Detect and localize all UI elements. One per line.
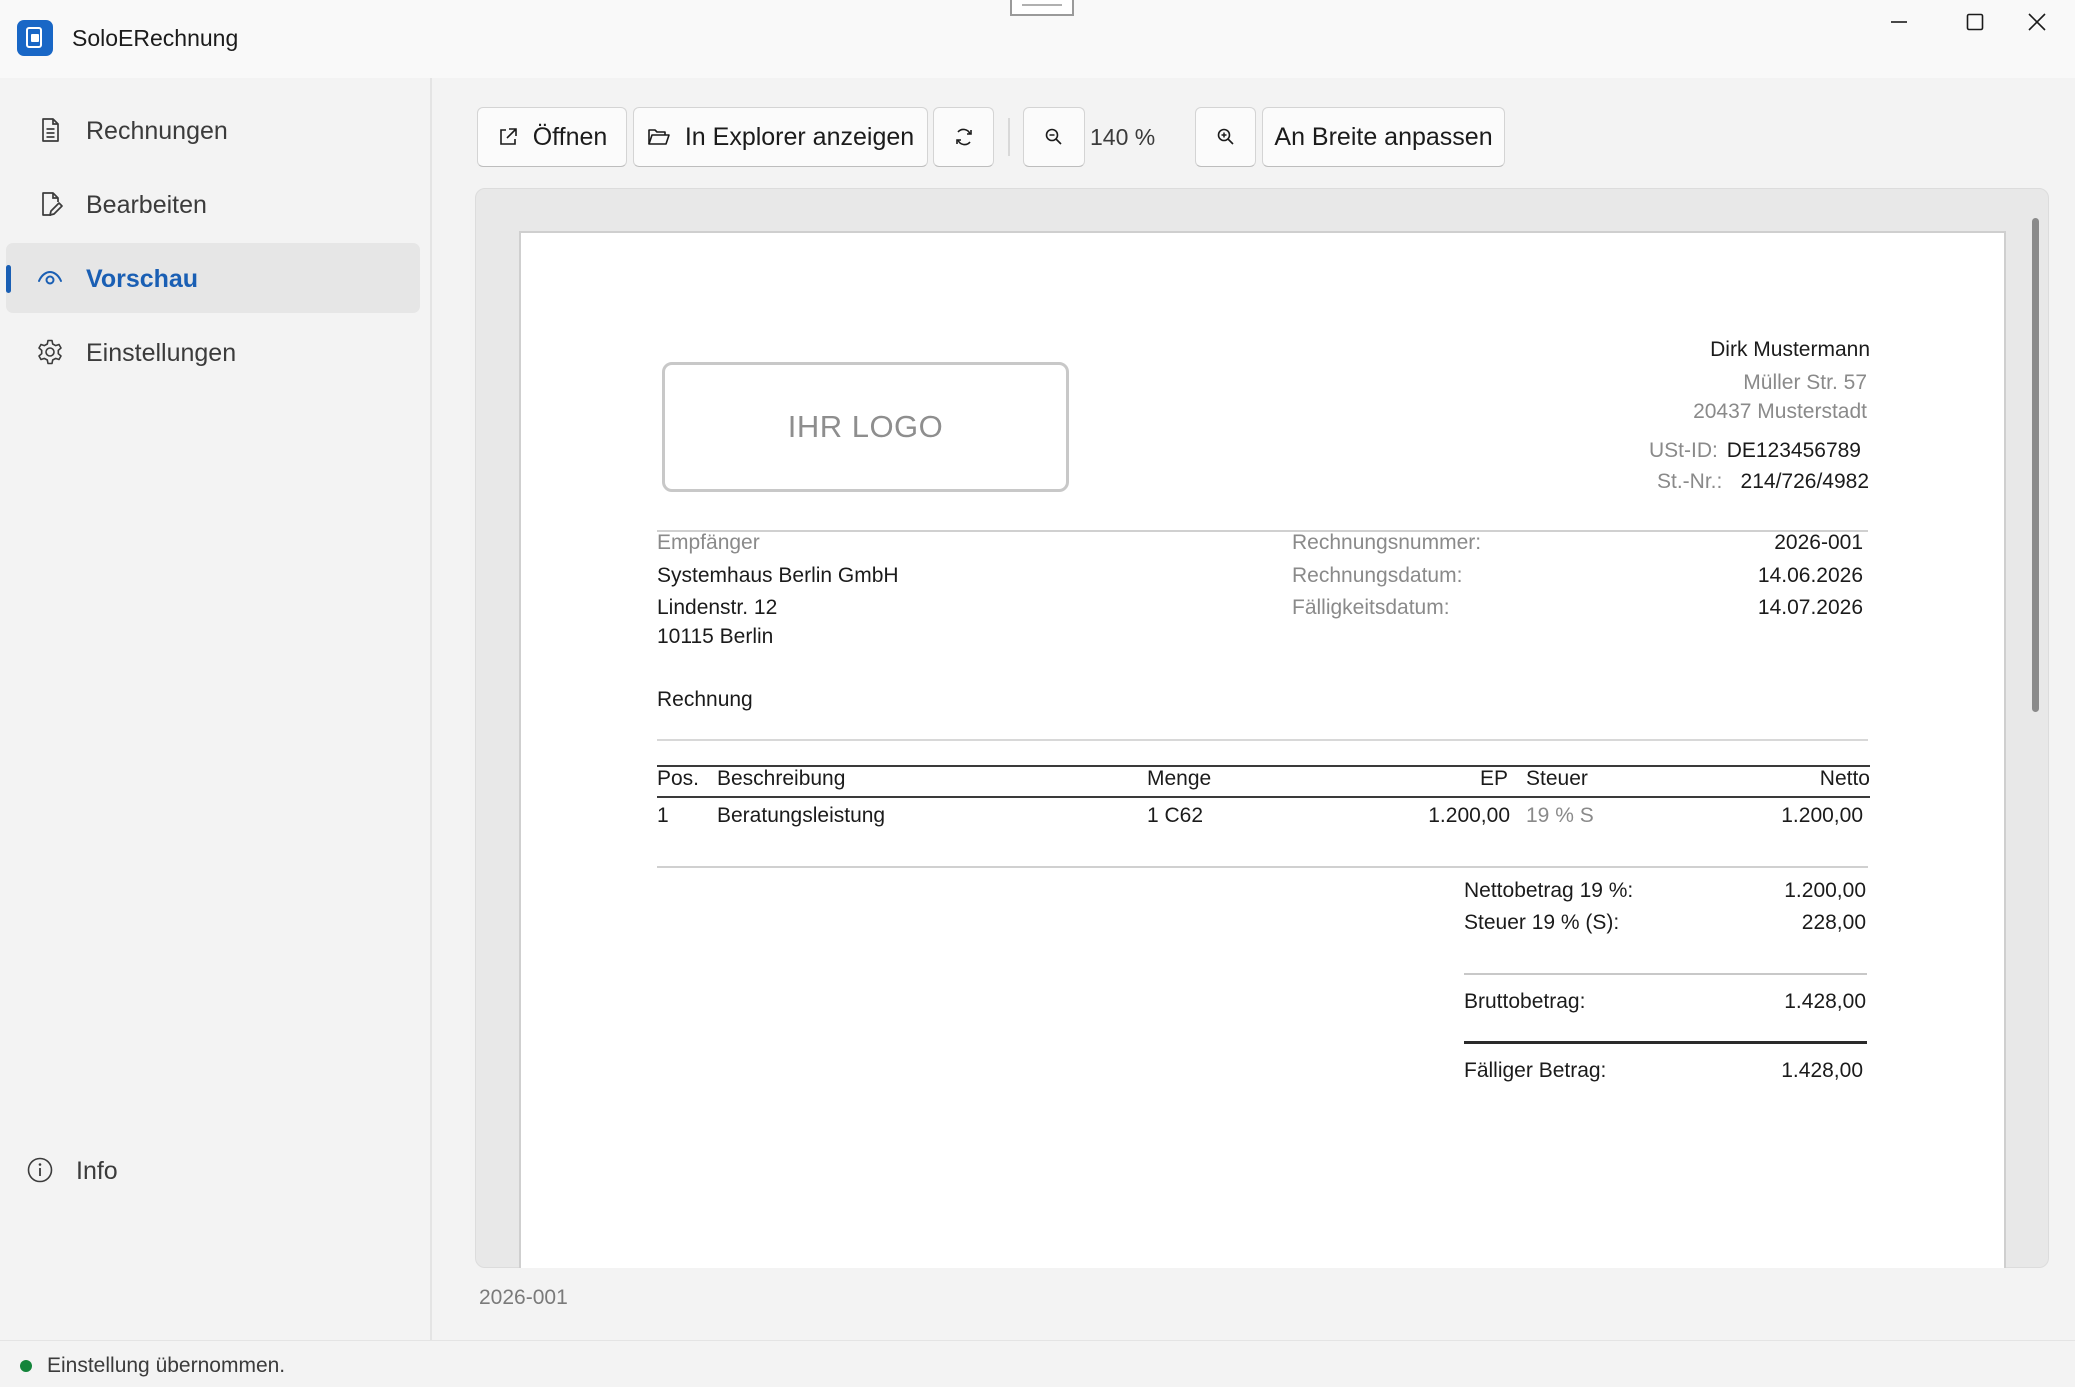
gross-total-value: 1.428,00	[1784, 990, 1866, 1013]
recipient-name: Systemhaus Berlin GmbH	[657, 564, 899, 587]
zoom-out-icon	[1045, 128, 1062, 145]
col-header-description: Beschreibung	[717, 767, 846, 790]
sidebar-item-label: Bearbeiten	[86, 191, 207, 219]
sidebar-item-label: Info	[76, 1157, 118, 1185]
status-bar: Einstellung übernommen.	[0, 1340, 2075, 1387]
row-description: Beratungsleistung	[717, 804, 886, 827]
zoom-out-button[interactable]	[1023, 107, 1085, 167]
refresh-icon	[955, 128, 972, 146]
zoom-in-icon	[1217, 128, 1234, 145]
col-header-pos: Pos.	[657, 767, 700, 790]
fit-width-label: An Breite anpassen	[1274, 122, 1493, 151]
sidebar-item-einstellungen[interactable]: Einstellungen	[6, 317, 420, 387]
folder-open-icon	[648, 129, 670, 145]
tax-total-value: 228,00	[1801, 911, 1866, 934]
sidebar-item-label: Vorschau	[86, 265, 199, 293]
window-snap-handle[interactable]	[1010, 0, 1074, 16]
preview-scrollbar[interactable]	[2032, 218, 2039, 712]
active-indicator	[6, 265, 11, 293]
row-quantity: 1 C62	[1147, 804, 1204, 827]
zoom-level: 140 %	[1090, 124, 1156, 150]
amount-due-value: 1.428,00	[1781, 1059, 1863, 1082]
sidebar-item-label: Einstellungen	[86, 339, 237, 367]
due-date-label: Fälligkeitsdatum:	[1292, 596, 1450, 619]
net-total-value: 1.200,00	[1784, 879, 1866, 902]
amount-due-rule	[1464, 1041, 1867, 1044]
status-message: Einstellung übernommen.	[47, 1354, 286, 1377]
col-header-quantity: Menge	[1147, 767, 1212, 790]
fit-width-button[interactable]: An Breite anpassen	[1262, 107, 1505, 167]
open-external-icon	[499, 128, 517, 145]
sidebar-item-info[interactable]: Info	[6, 1135, 420, 1205]
show-in-explorer-button[interactable]: In Explorer anzeigen	[633, 107, 928, 167]
sidebar-item-label: Rechnungen	[86, 117, 228, 145]
app-title: SoloERechnung	[72, 25, 239, 51]
document-list-icon	[42, 118, 59, 142]
tax-number-label: St.-Nr.:	[1657, 470, 1723, 493]
table-header-rule	[657, 796, 1870, 798]
totals-divider	[1464, 973, 1867, 975]
open-button-label: Öffnen	[532, 122, 608, 151]
sender-street: Müller Str. 57	[1743, 371, 1867, 394]
close-button[interactable]	[1999, 0, 2075, 44]
document-title: Rechnung	[657, 688, 753, 711]
logo-placeholder: IHR LOGO	[662, 362, 1069, 492]
current-file-name: 2026-001	[479, 1286, 568, 1309]
row-tax: 19 % S	[1526, 804, 1594, 827]
invoice-number-value: 2026-001	[1774, 531, 1863, 554]
gear-icon	[38, 339, 62, 365]
sidebar-item-bearbeiten[interactable]: Bearbeiten	[6, 169, 420, 239]
zoom-in-button[interactable]	[1195, 107, 1256, 167]
sidebar-item-vorschau[interactable]: Vorschau	[6, 243, 420, 313]
info-icon	[27, 1157, 53, 1183]
open-button[interactable]: Öffnen	[477, 107, 627, 167]
vat-id-label: USt-ID:	[1649, 439, 1718, 462]
title-divider	[657, 739, 1868, 741]
table-bottom-rule	[657, 866, 1868, 868]
status-success-icon	[20, 1360, 32, 1372]
toolbar-separator	[1008, 118, 1010, 156]
sender-name: Dirk Mustermann	[1710, 338, 1870, 361]
minimize-button[interactable]	[1861, 0, 1937, 44]
vat-id-value: DE123456789	[1726, 439, 1861, 462]
recipient-label: Empfänger	[657, 531, 760, 554]
invoice-date-value: 14.06.2026	[1757, 564, 1863, 587]
row-net: 1.200,00	[1781, 804, 1863, 827]
gross-total-label: Bruttobetrag:	[1464, 990, 1586, 1013]
invoice-number-label: Rechnungsnummer:	[1292, 531, 1482, 554]
col-header-net: Netto	[1819, 767, 1870, 790]
net-total-label: Nettobetrag 19 %:	[1464, 879, 1634, 902]
tax-number-value: 214/726/4982	[1740, 470, 1869, 493]
row-pos: 1	[657, 804, 669, 827]
eye-icon	[38, 270, 62, 285]
show-in-explorer-label: In Explorer anzeigen	[684, 122, 915, 151]
amount-due-label: Fälliger Betrag:	[1464, 1059, 1607, 1082]
sidebar-item-rechnungen[interactable]: Rechnungen	[6, 95, 420, 165]
col-header-tax: Steuer	[1526, 767, 1588, 790]
header-divider	[657, 530, 1868, 532]
sidebar: Rechnungen Bearbeiten Vorschau Einstellu…	[0, 78, 432, 1340]
tax-total-label: Steuer 19 % (S):	[1464, 911, 1620, 934]
recipient-street: Lindenstr. 12	[657, 596, 778, 619]
sender-city: 20437 Musterstadt	[1693, 400, 1867, 423]
document-edit-icon	[42, 192, 63, 216]
col-header-unit-price: EP	[1479, 767, 1508, 790]
title-bar: SoloERechnung	[0, 0, 2075, 78]
due-date-value: 14.07.2026	[1757, 596, 1863, 619]
invoice-date-label: Rechnungsdatum:	[1292, 564, 1463, 587]
refresh-button[interactable]	[933, 107, 994, 167]
row-unit-price: 1.200,00	[1428, 804, 1510, 827]
recipient-city: 10115 Berlin	[657, 625, 774, 648]
app-logo-icon	[17, 20, 53, 56]
